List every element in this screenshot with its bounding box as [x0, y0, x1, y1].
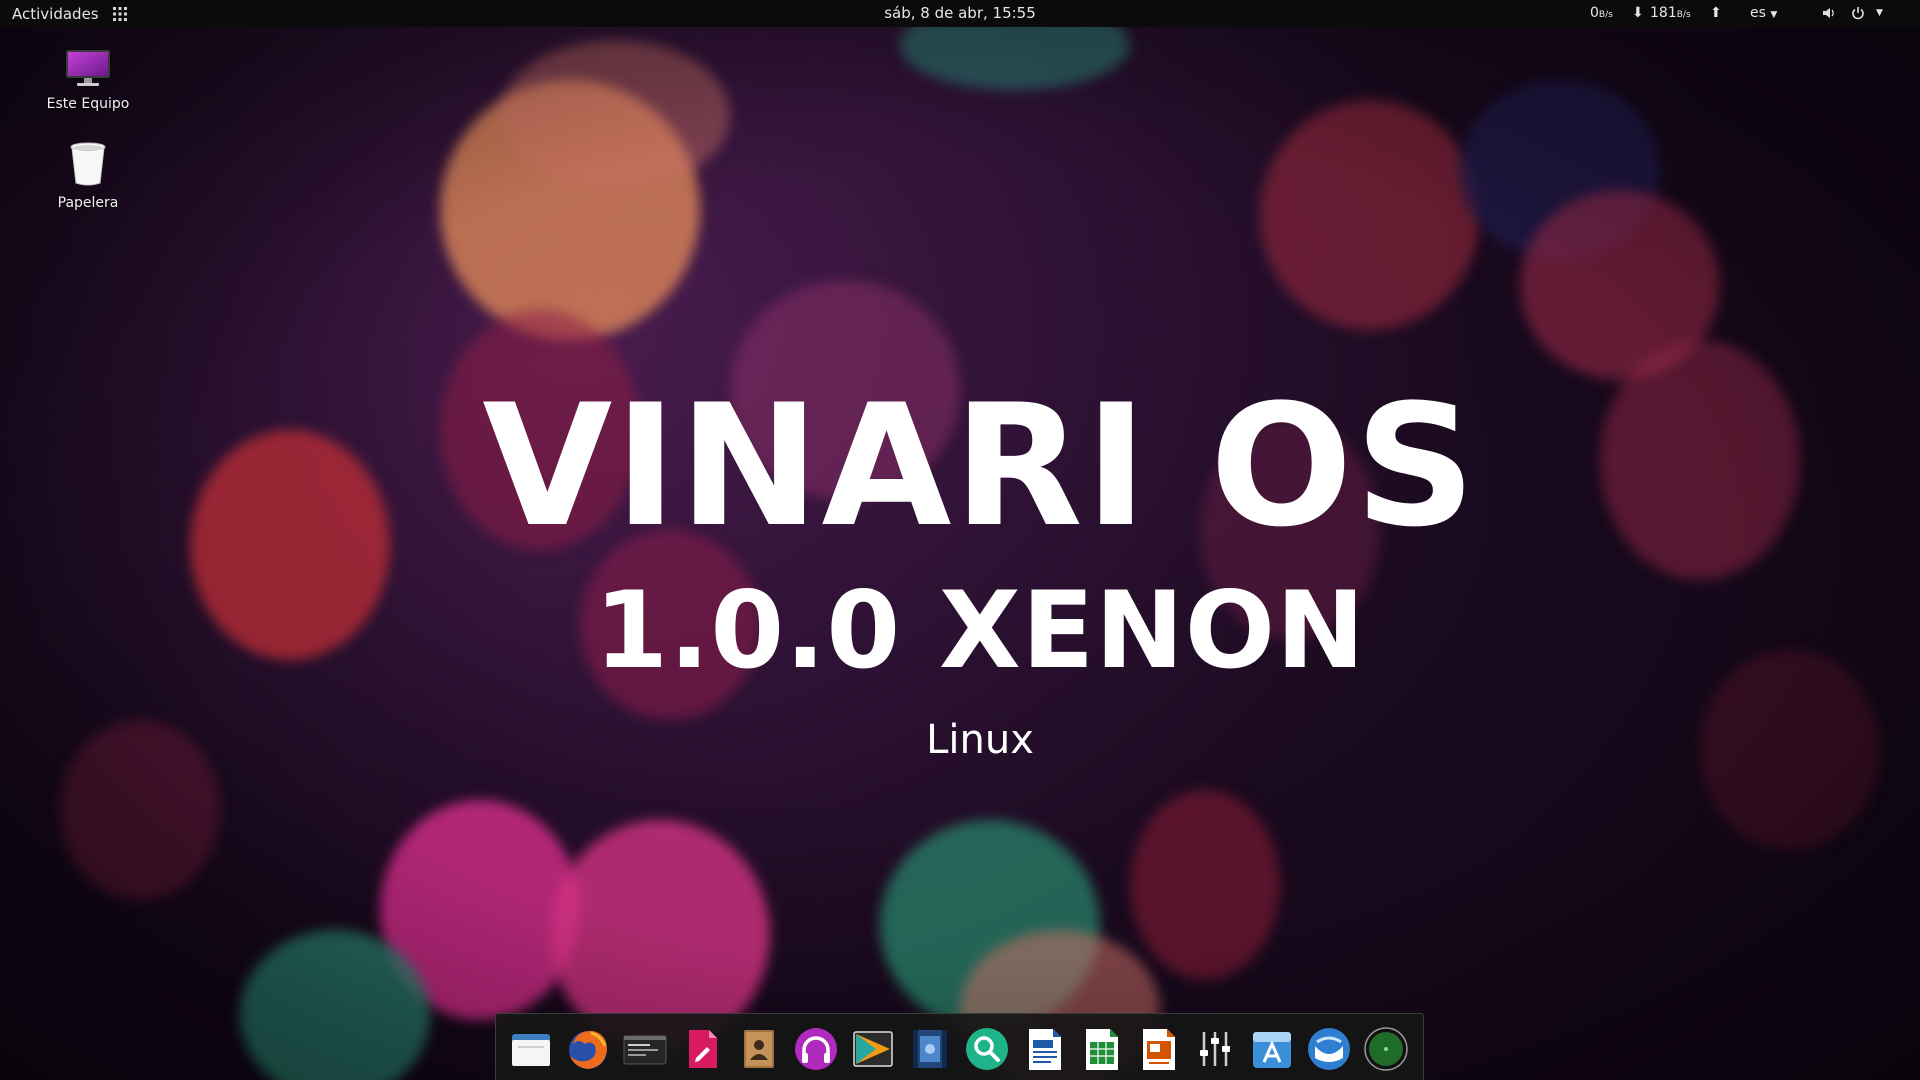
dock-app-music-player[interactable] — [793, 1026, 839, 1072]
impress-icon — [1143, 1029, 1175, 1070]
dock-app-calc[interactable] — [1078, 1026, 1124, 1072]
settings-mixer-icon — [1200, 1032, 1230, 1066]
clock[interactable]: sáb, 8 de abr, 15:55 — [884, 4, 1036, 22]
download-arrow-icon: ⬇ — [1632, 5, 1644, 21]
computer-icon — [33, 48, 143, 92]
dock — [495, 1013, 1424, 1080]
desktop-icon-computer[interactable]: Este Equipo — [33, 48, 143, 112]
music-player-icon — [795, 1028, 837, 1070]
dock-app-search[interactable] — [964, 1026, 1010, 1072]
dock-app-terminal[interactable] — [622, 1026, 668, 1072]
dock-app-media-player[interactable] — [850, 1026, 896, 1072]
trash-icon — [33, 141, 143, 191]
network-down-value: 0 — [1590, 5, 1599, 21]
activities-button[interactable]: Actividades — [12, 5, 99, 23]
upload-arrow-icon: ⬆ — [1710, 5, 1722, 21]
power-icon[interactable] — [1851, 6, 1865, 24]
desktop-icon-label: Este Equipo — [46, 96, 130, 112]
network-up-unit: B/s — [1676, 10, 1691, 20]
software-store-icon — [1253, 1032, 1291, 1068]
dock-app-text-editor[interactable] — [679, 1026, 725, 1072]
calc-icon — [1086, 1029, 1118, 1070]
network-speed-down[interactable]: 0B/s — [1590, 5, 1613, 21]
volume-icon[interactable] — [1822, 6, 1836, 24]
video-editor-icon — [913, 1030, 947, 1068]
contacts-icon — [744, 1030, 774, 1068]
dock-app-files[interactable] — [508, 1026, 554, 1072]
dock-app-contacts[interactable] — [736, 1026, 782, 1072]
text-editor-icon — [689, 1030, 717, 1068]
media-player-icon — [853, 1031, 893, 1067]
terminal-icon — [623, 1035, 667, 1065]
network-speed-up[interactable]: 181B/s — [1650, 5, 1691, 21]
search-icon — [966, 1028, 1008, 1070]
wallpaper-version: 1.0.0 XENON — [594, 569, 1366, 692]
dock-app-video-editor[interactable] — [907, 1026, 953, 1072]
dock-app-software-store[interactable] — [1249, 1026, 1295, 1072]
system-tray: 0B/s ⬇ 181B/s ⬆ es ▼ ▼ — [1590, 0, 1920, 27]
dock-app-mail[interactable] — [1306, 1026, 1352, 1072]
dock-app-writer[interactable] — [1021, 1026, 1067, 1072]
mail-icon — [1308, 1028, 1350, 1070]
chevron-down-icon: ▼ — [1770, 10, 1778, 20]
dock-app-settings[interactable] — [1192, 1026, 1238, 1072]
chevron-down-icon[interactable]: ▼ — [1876, 8, 1883, 18]
wallpaper-subtitle: Linux — [926, 717, 1034, 763]
keyboard-layout-label: es — [1750, 5, 1766, 21]
dock-app-globe[interactable] — [1363, 1026, 1409, 1072]
firefox-icon — [569, 1030, 607, 1069]
top-bar: Actividades sáb, 8 de abr, 15:55 0B/s ⬇ … — [0, 0, 1920, 27]
keyboard-layout-menu[interactable]: es ▼ — [1750, 5, 1777, 21]
desktop-icon-label: Papelera — [57, 195, 119, 211]
desktop-icon-trash[interactable]: Papelera — [33, 141, 143, 211]
network-up-value: 181 — [1650, 5, 1677, 21]
writer-icon — [1029, 1029, 1061, 1070]
dock-app-firefox[interactable] — [565, 1026, 611, 1072]
wallpaper-title: VINARI OS — [482, 368, 1478, 564]
globe-icon — [1364, 1027, 1408, 1071]
network-down-unit: B/s — [1598, 10, 1613, 20]
files-icon — [512, 1034, 550, 1066]
apps-grid-icon[interactable] — [112, 6, 128, 22]
dock-app-impress[interactable] — [1135, 1026, 1181, 1072]
